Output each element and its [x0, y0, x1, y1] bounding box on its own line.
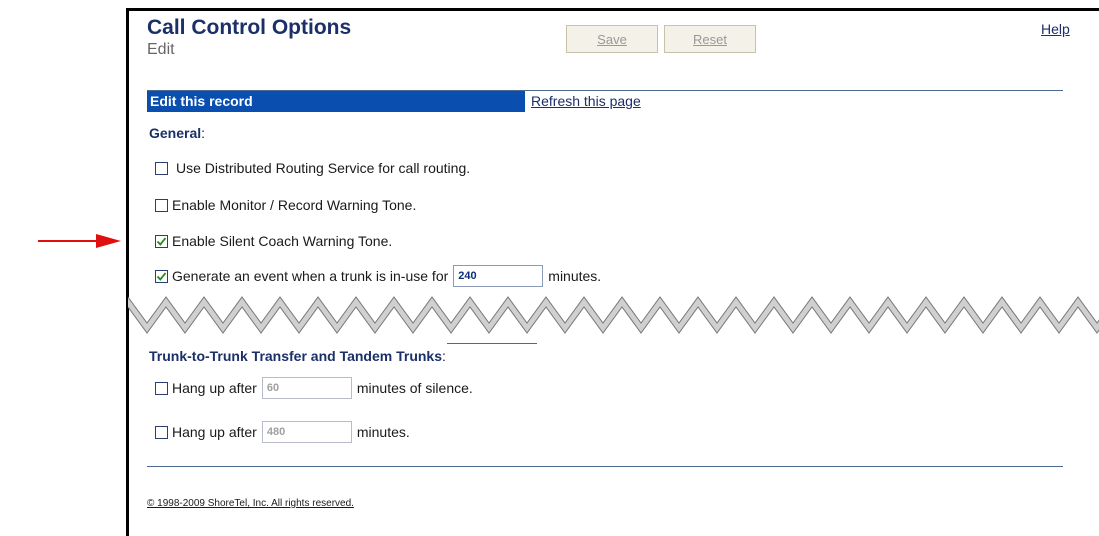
- monitor-warning-label: Enable Monitor / Record Warning Tone.: [172, 197, 417, 213]
- trunk-event-minutes-input[interactable]: 240: [453, 265, 544, 287]
- distributed-routing-checkbox[interactable]: [155, 161, 168, 175]
- duration-hangup-label: Hang up after: [172, 424, 257, 440]
- field-underline: [447, 343, 537, 344]
- trunk-event-label: Generate an event when a trunk is in-use…: [172, 268, 449, 284]
- duration-hangup-checkbox[interactable]: [155, 425, 168, 439]
- checkmark-icon: [156, 271, 167, 281]
- duration-hangup-unit: minutes.: [356, 424, 410, 440]
- list-item: Use Distributed Routing Service for call…: [155, 160, 470, 176]
- list-item: Hang up after 60 minutes of silence.: [155, 377, 473, 399]
- silence-hangup-unit: minutes of silence.: [356, 380, 473, 396]
- reset-button[interactable]: Reset: [664, 25, 756, 53]
- list-item: Enable Silent Coach Warning Tone.: [155, 233, 392, 249]
- footer-divider: [147, 466, 1063, 467]
- page-title: Call Control Options: [147, 16, 352, 39]
- save-button[interactable]: Save: [566, 25, 658, 53]
- refresh-link[interactable]: Refresh this page: [531, 93, 641, 109]
- general-heading-text: General: [149, 125, 202, 141]
- trunk-event-checkbox[interactable]: [155, 269, 168, 283]
- heading-colon: :: [442, 348, 446, 364]
- list-item: Generate an event when a trunk is in-use…: [155, 265, 601, 287]
- silence-hangup-label: Hang up after: [172, 380, 257, 396]
- silent-coach-checkbox[interactable]: [155, 234, 168, 248]
- heading-colon: :: [201, 125, 206, 141]
- silence-hangup-checkbox[interactable]: [155, 381, 168, 395]
- page-break-zigzag: [128, 296, 1099, 334]
- trunk-event-unit: minutes.: [548, 268, 602, 284]
- save-button-label: Save: [597, 31, 627, 47]
- copyright-link[interactable]: © 1998-2009 ShoreTel, Inc. All rights re…: [147, 498, 354, 509]
- checkmark-icon: [156, 236, 167, 246]
- list-item: Enable Monitor / Record Warning Tone.: [155, 197, 416, 213]
- callout-arrow-icon: [38, 234, 121, 248]
- page-subtitle: Edit: [147, 41, 175, 58]
- help-link[interactable]: Help: [1041, 21, 1070, 37]
- silence-hangup-minutes-input[interactable]: 60: [261, 377, 352, 399]
- silent-coach-label: Enable Silent Coach Warning Tone.: [172, 233, 393, 249]
- edit-record-bar: Edit this record: [147, 91, 525, 112]
- reset-button-label: Reset: [693, 31, 727, 47]
- duration-hangup-minutes-input[interactable]: 480: [261, 421, 352, 443]
- general-section-heading: General:: [149, 125, 205, 141]
- monitor-warning-checkbox[interactable]: [155, 198, 168, 212]
- distributed-routing-label: Use Distributed Routing Service for call…: [176, 160, 471, 176]
- list-item: Hang up after 480 minutes.: [155, 421, 410, 443]
- trunk-section-heading: Trunk-to-Trunk Transfer and Tandem Trunk…: [149, 348, 446, 364]
- trunk-heading-text: Trunk-to-Trunk Transfer and Tandem Trunk…: [149, 348, 443, 364]
